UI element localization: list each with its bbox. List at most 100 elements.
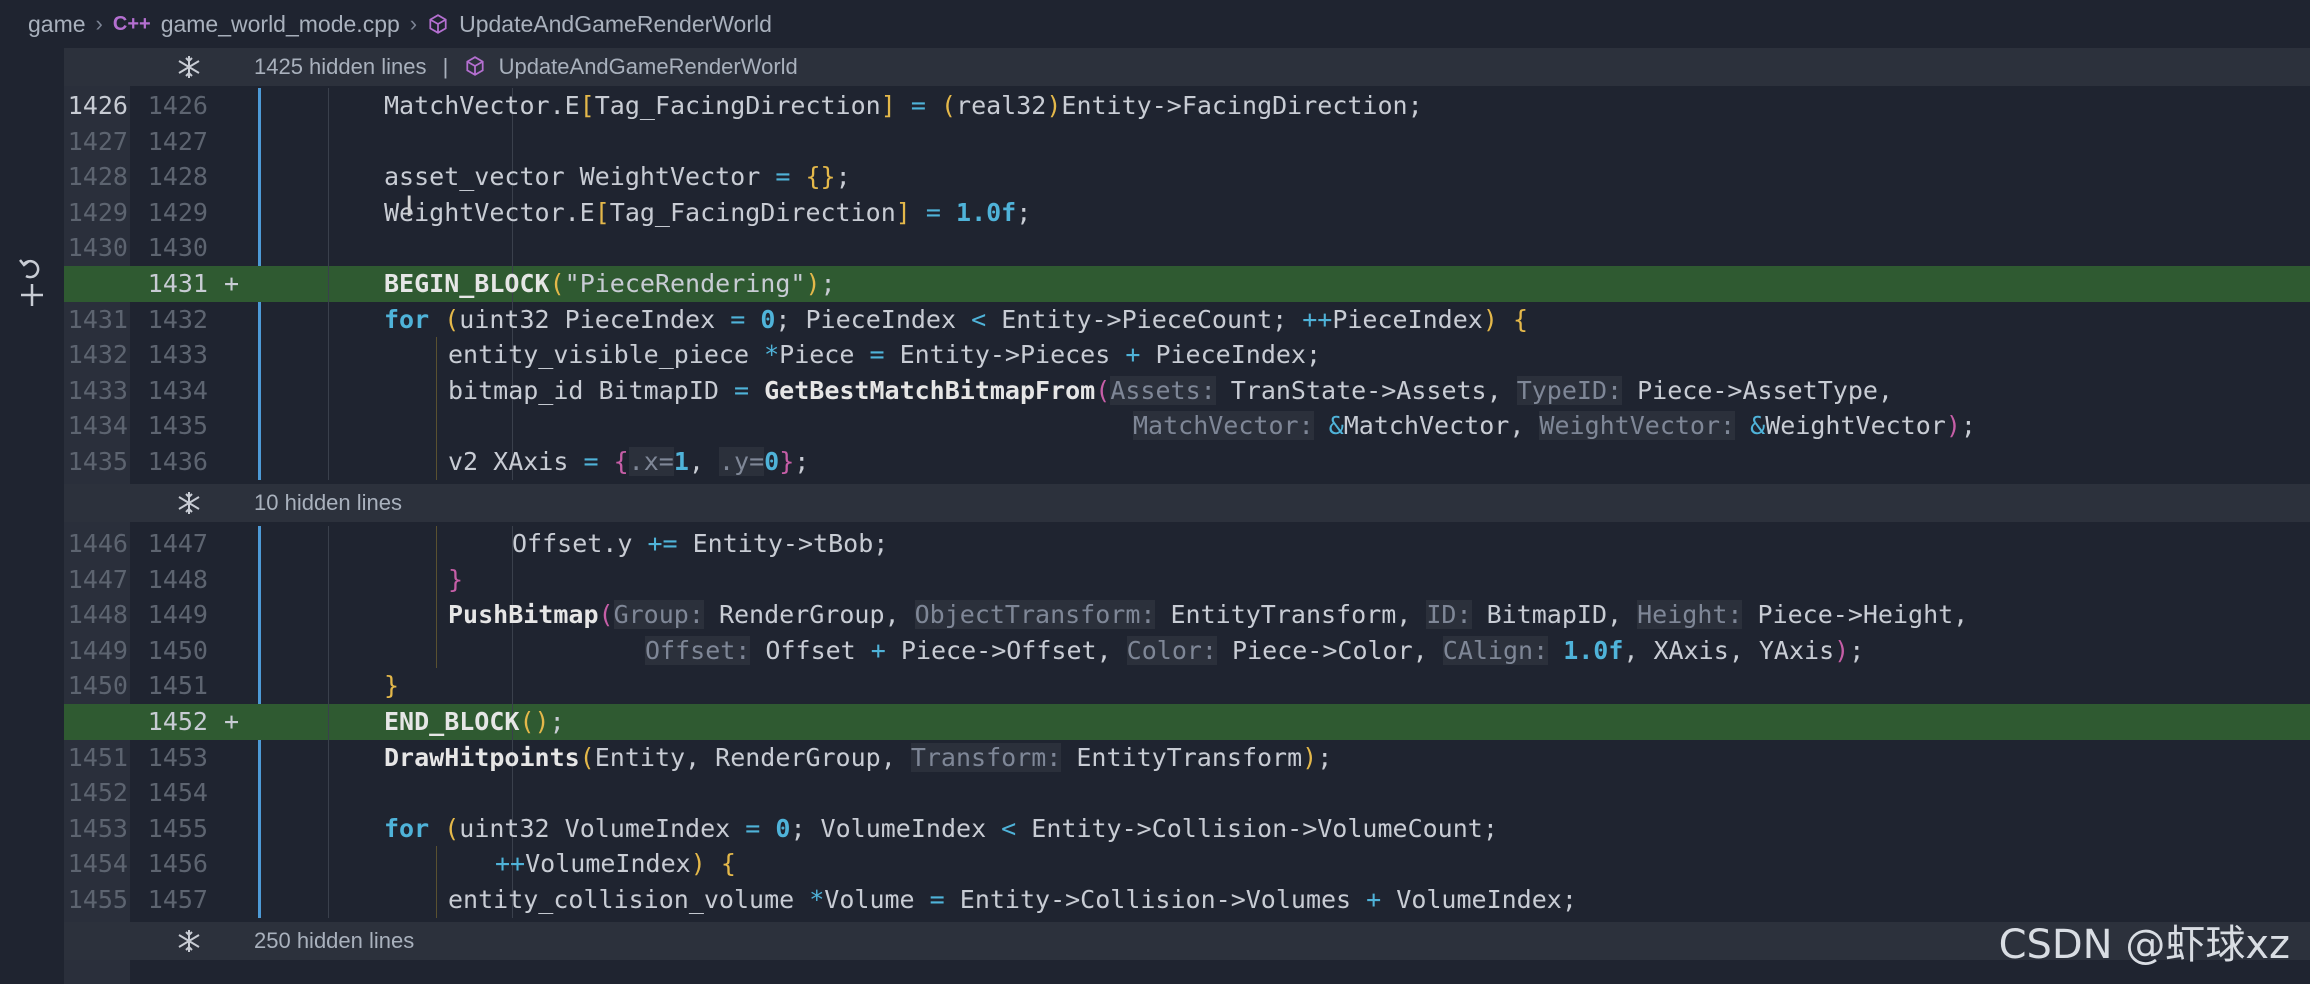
code-text[interactable]: ++VolumeIndex) { [495,846,736,882]
revert-hunk-icon[interactable] [14,252,50,316]
code-block-2[interactable]: 1446 1447 Offset.y += Entity->tBob; 1447 144… [64,526,2310,918]
code-text[interactable]: for (uint32 VolumeIndex = 0; VolumeIndex… [384,811,1498,847]
code-text[interactable]: MatchVector.E[Tag_FacingDirection] = (re… [384,88,1423,124]
code-token: { [613,446,629,476]
code-token: ) [1834,635,1850,665]
hidden-lines-fold[interactable]: 10 hidden lines [64,484,2310,522]
code-token: ; [549,706,565,736]
breadcrumb-symbol[interactable]: UpdateAndGameRenderWorld [459,11,772,38]
code-text[interactable]: DrawHitpoints(Entity, RenderGroup, Trans… [384,740,1332,776]
code-token: ++ [1302,304,1333,334]
code-line[interactable]: 1433 1434 bitmap_id BitmapID = GetBestMatc… [64,372,2310,409]
code-line[interactable]: 1428 1428 asset_vector WeightVector = {}; [64,159,2310,195]
text-cursor-icon: I [405,190,414,223]
code-line[interactable]: 1450 1451} [64,668,2310,704]
code-token: Offset.y [512,529,648,558]
code-text[interactable]: END_BLOCK(); [384,704,565,740]
old-line-number: 1452 [67,778,128,808]
code-text[interactable]: v2 XAxis = {.x=1, .y=0}; [448,444,809,480]
code-text[interactable]: WeightVector.E[Tag_FacingDirection] = 1.… [384,195,1031,231]
code-line[interactable]: 1449 1450 Offset: Offset + Piece->Offset, … [64,632,2310,669]
code-token: ; [794,446,810,476]
modified-gutter-bar [258,194,261,231]
code-line[interactable]: 1430 1430 [64,230,2310,266]
indent-guide [328,88,329,124]
code-line[interactable]: 1455 1457 entity_collision_volume *Volume … [64,881,2310,918]
indent-guide [328,739,329,776]
code-block-1[interactable]: 1426 1426 MatchVector.E[Tag_FacingDirectio… [64,88,2310,480]
old-line-number: 1431 [67,304,128,334]
code-line[interactable]: 1447 1448} [64,561,2310,598]
code-line[interactable]: 1435 1436 v2 XAxis = {.x=1, .y=0}; [64,443,2310,480]
code-line[interactable]: 1429 1429 WeightVector.E[Tag_FacingDirecti… [64,194,2310,231]
breadcrumb-file[interactable]: game_world_mode.cpp [161,11,400,38]
code-text[interactable]: asset_vector WeightVector = {}; [384,159,851,195]
code-token: VolumeIndex; [1381,884,1577,914]
indent-guide [328,703,329,740]
old-line-number: 1427 [67,126,128,156]
code-text[interactable]: } [448,562,463,598]
code-text[interactable]: PushBitmap(Group: RenderGroup, ObjectTra… [448,597,1968,633]
added-code-line[interactable]: 1431 + BEGIN_BLOCK("PieceRendering"); [64,265,2310,302]
modified-gutter-bar [258,775,261,811]
unfold-icon[interactable] [124,928,254,954]
code-token: = [929,884,945,914]
code-text[interactable]: Offset: Offset + Piece->Offset, Color: P… [645,633,1864,669]
unfold-icon[interactable] [124,54,254,80]
breadcrumb-root[interactable]: game [28,11,86,38]
old-line-number: 1426 [67,91,128,120]
code-text[interactable]: Offset.y += Entity->tBob; [512,526,888,562]
code-line[interactable]: 1453 1455 for (uint32 VolumeIndex = 0; Vol… [64,810,2310,847]
code-line[interactable]: 1451 1453 DrawHitpoints(Entity, RenderGrou… [64,739,2310,776]
code-token: { [1512,304,1529,334]
code-line[interactable]: 1426 1426 MatchVector.E[Tag_FacingDirectio… [64,88,2310,124]
code-token: v2 XAxis [448,446,584,476]
code-text[interactable]: MatchVector: &MatchVector, WeightVector:… [1133,408,1976,444]
code-token: EntityTransform [1061,742,1303,772]
hidden-lines-fold[interactable]: 250 hidden lines [64,922,2310,960]
code-token: entity_collision_volume [448,884,810,914]
indent-guide [436,881,437,918]
code-text[interactable]: BEGIN_BLOCK("PieceRendering"); [384,266,836,302]
code-line[interactable]: 1448 1449 PushBitmap(Group: RenderGroup, O… [64,597,2310,633]
indent-guide [512,668,513,704]
code-token: ( [444,304,460,334]
new-line-number: 1454 [147,778,208,808]
code-line[interactable]: 1432 1433 entity_visible_piece *Piece = En… [64,337,2310,373]
indent-guide [328,408,329,444]
code-token: asset_vector WeightVector [384,162,776,192]
code-text[interactable]: bitmap_id BitmapID = GetBestMatchBitmapF… [448,373,1893,409]
code-token: = [775,162,791,192]
code-token: Entity->Collision->Volumes [944,884,1367,914]
code-text[interactable]: } [384,668,399,704]
code-line[interactable]: 1434 1435 MatchVector: &MatchVector, Weigh… [64,408,2310,444]
old-line-number: 1428 [67,162,128,192]
indent-guide [328,775,329,811]
new-line-number: 1435 [147,411,208,441]
code-token: Volume [824,884,930,914]
code-line[interactable]: 1427 1427 [64,123,2310,160]
indent-guide [328,123,329,160]
code-text[interactable]: for (uint32 PieceIndex = 0; PieceIndex <… [384,302,1528,338]
code-line[interactable]: 1452 1454 [64,775,2310,811]
inlay-hint: .x= [628,446,674,476]
old-line-number: 1429 [67,197,128,227]
code-token: 1 [673,446,689,476]
unfold-icon[interactable] [124,490,254,516]
hidden-lines-fold[interactable]: 1425 hidden lines | UpdateAndGameRenderW… [64,48,2310,86]
code-token: VolumeIndex [525,849,691,879]
indent-guide [328,881,329,918]
code-line[interactable]: 1431 1432 for (uint32 PieceIndex = 0; Piec… [64,301,2310,338]
added-code-line[interactable]: 1452 + END_BLOCK(); [64,703,2310,740]
chevron-right-icon: › [409,11,418,36]
code-token: RenderGroup, [703,600,915,630]
indent-guide [436,337,437,373]
code-line[interactable]: 1454 1456 ++VolumeIndex) { [64,846,2310,882]
inlay-hint: MatchVector: [1133,411,1314,441]
code-line[interactable]: 1446 1447 Offset.y += Entity->tBob; [64,526,2310,562]
code-text[interactable]: entity_visible_piece *Piece = Entity->Pi… [448,337,1321,373]
code-token: 0 [760,304,776,334]
code-text[interactable]: entity_collision_volume *Volume = Entity… [448,882,1577,918]
